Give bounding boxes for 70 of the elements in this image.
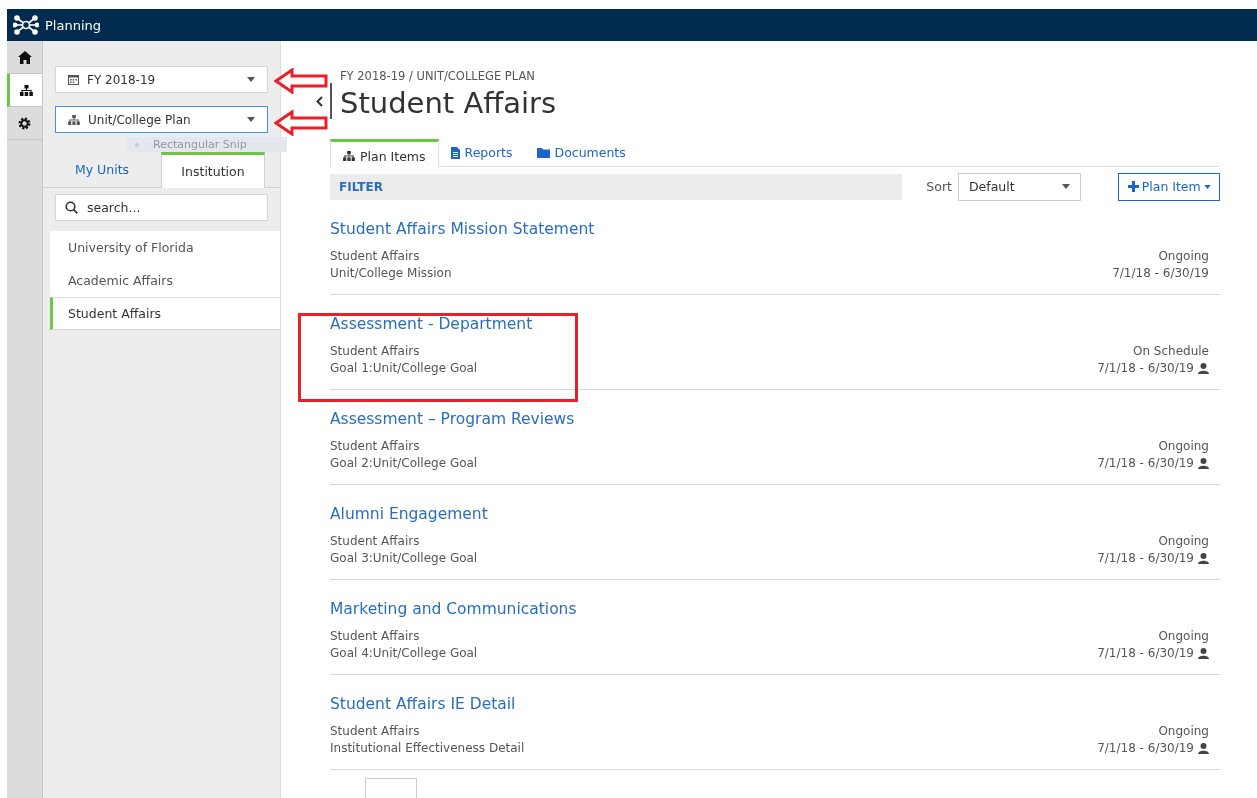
unit-name: Student Affairs [330, 438, 421, 455]
status-text: Ongoing [1158, 628, 1209, 645]
page-title: Student Affairs [340, 85, 557, 122]
year-dropdown[interactable]: FY 2018-19 [55, 66, 268, 93]
snip-tooltip: Rectangular Snip [127, 137, 287, 152]
unit-name: Student Affairs [330, 723, 421, 740]
date-range: 7/1/18 - 6/30/19 [1097, 645, 1194, 662]
hierarchy-icon [68, 114, 80, 125]
tab[interactable]: Documents [524, 139, 638, 166]
unit-tab[interactable]: My Units [43, 152, 161, 187]
unit-tab[interactable]: Institution [161, 152, 265, 188]
plan-item-link[interactable]: Student Affairs Mission Statement [330, 220, 595, 238]
unit-item[interactable]: Student Affairs [50, 297, 280, 330]
breadcrumb: FY 2018-19 / UNIT/COLLEGE PLAN [340, 69, 536, 83]
home-icon [17, 50, 32, 64]
plan-item-type: Goal 1:Unit/College Goal [330, 360, 478, 377]
plan-item-type: Institutional Effectiveness Detail [330, 740, 525, 757]
sort-dropdown[interactable]: Default [957, 172, 1082, 201]
add-plan-item-button[interactable]: Plan Item [1118, 172, 1220, 201]
plan-item-link[interactable]: Student Affairs IE Detail [330, 695, 516, 713]
plan-item-type: Goal 4:Unit/College Goal [330, 645, 478, 662]
chevron-left-icon [316, 95, 323, 107]
plan-item-link[interactable]: Marketing and Communications [330, 600, 577, 618]
status-text: Ongoing [1158, 438, 1209, 455]
caret-icon [1203, 184, 1211, 189]
unit-name: Student Affairs [330, 533, 421, 550]
network-logo-icon [13, 14, 39, 36]
plan-item-type: Goal 3:Unit/College Goal [330, 550, 478, 567]
unit-name: Student Affairs [330, 248, 421, 265]
search-field[interactable]: search... [55, 194, 268, 221]
caret-icon [1062, 184, 1071, 189]
tab[interactable]: Reports [438, 139, 525, 166]
app-title: Planning [45, 17, 101, 33]
status-text: On Schedule [1133, 343, 1209, 360]
status-text: Ongoing [1158, 248, 1209, 265]
caret-icon [247, 117, 255, 122]
date-range: 7/1/18 - 6/30/19 [1097, 360, 1194, 377]
date-range: 7/1/18 - 6/30/19 [1097, 550, 1194, 567]
plus-icon [1127, 181, 1139, 192]
arrow-drawing [274, 68, 328, 94]
hierarchy-nav-button[interactable] [7, 74, 42, 107]
collapse-button[interactable] [316, 83, 332, 119]
caret-icon [247, 77, 255, 82]
plan-item-type: Goal 2:Unit/College Goal [330, 455, 478, 472]
unit-item[interactable]: University of Florida [50, 231, 280, 264]
date-range: 7/1/18 - 6/30/19 [1112, 265, 1209, 282]
pager-field[interactable] [365, 778, 417, 798]
sort-label: Sort [926, 179, 952, 194]
calendar-icon [68, 74, 79, 85]
date-range: 7/1/18 - 6/30/19 [1097, 740, 1194, 757]
unit-item[interactable]: Academic Affairs [50, 264, 280, 297]
document-icon [450, 146, 460, 159]
settings-icon [18, 116, 31, 130]
filter-bar[interactable]: FILTER [330, 173, 903, 200]
search-icon [65, 201, 78, 214]
hierarchy-icon [19, 84, 33, 96]
unit-name: Student Affairs [330, 343, 421, 360]
plan-item-type: Unit/College Mission [330, 265, 452, 282]
status-text: Ongoing [1158, 723, 1209, 740]
tab[interactable]: Plan Items [330, 139, 439, 167]
plan-item-link[interactable]: Assessment – Program Reviews [330, 410, 575, 428]
folder-icon [536, 147, 550, 158]
date-range: 7/1/18 - 6/30/19 [1097, 455, 1194, 472]
status-text: Ongoing [1158, 533, 1209, 550]
unit-name: Student Affairs [330, 628, 421, 645]
hierarchy-icon [343, 151, 355, 161]
plan-item-link[interactable]: Assessment - Department [330, 315, 533, 333]
plan-item-link[interactable]: Alumni Engagement [330, 505, 488, 523]
plan-dropdown[interactable]: Unit/College Plan [55, 106, 268, 133]
arrow-drawing [274, 110, 328, 136]
